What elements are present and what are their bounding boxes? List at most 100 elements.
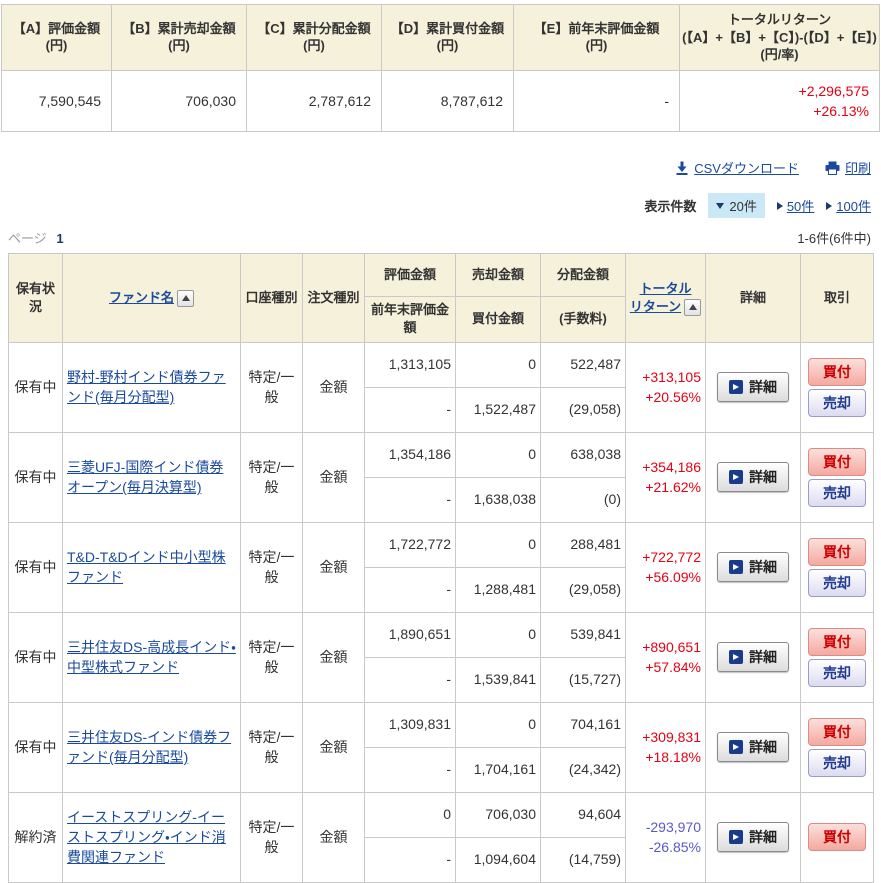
buy-button[interactable]: 買付 (808, 447, 866, 476)
detail-button[interactable]: 詳細 (717, 642, 789, 673)
sell-amount: 0 (455, 701, 541, 748)
display-count-100-link[interactable]: 100件 (826, 196, 871, 215)
funds-tbody: 保有中 野村-野村インド債券ファンド(毎月分配型) 特定/一般 金額 1,313… (8, 341, 874, 883)
display-count-label: 表示件数 (644, 199, 697, 215)
detail-button[interactable]: 詳細 (717, 462, 789, 493)
fund-name-link[interactable]: イーストスプリング-イーストスプリング・インド消費関連ファンド (67, 809, 226, 866)
fund-name-link[interactable]: 野村-野村インド債券ファンド(毎月分配型) (67, 369, 226, 405)
fund-name-link[interactable]: 三菱UFJ-国際インド債券オープン(毎月決算型) (67, 459, 223, 495)
sell-button[interactable]: 売却 (808, 388, 866, 417)
trade-cell: 買付 (800, 791, 874, 883)
total-return: +309,831 +18.18% (625, 701, 706, 793)
col-header-detail: 詳細 (705, 253, 801, 343)
fee-amount: (14,759) (540, 836, 626, 883)
prev-year-valuation-amount: - (364, 746, 456, 793)
sell-button[interactable]: 売却 (808, 748, 866, 777)
caret-down-icon (716, 202, 725, 209)
detail-cell: 詳細 (705, 701, 801, 793)
trade-cell: 買付 売却 (800, 611, 874, 703)
summary-cumulative-sell-value: 706,030 (111, 69, 247, 133)
fund-name-link[interactable]: 三井住友DS-高成長インド・中型株式ファンド (67, 639, 236, 675)
order-type: 金額 (302, 431, 365, 523)
distribution-amount: 638,038 (540, 431, 626, 478)
col-header-order-type: 注文種別 (302, 253, 365, 343)
buy-button[interactable]: 買付 (808, 627, 866, 656)
sell-button[interactable]: 売却 (808, 658, 866, 687)
summary-header-cumulative-sell: 【B】累計売却金額 (円) (111, 4, 247, 71)
buy-button[interactable]: 買付 (808, 717, 866, 746)
fund-name-link[interactable]: 三井住友DS-インド債券ファンド(毎月分配型) (67, 729, 231, 765)
detail-cell: 詳細 (705, 791, 801, 883)
order-type: 金額 (302, 791, 365, 883)
col-header-sell-amount: 売却金額 (455, 253, 541, 298)
total-return-amount: -293,970 (645, 818, 701, 835)
display-count-50-link[interactable]: 50件 (776, 196, 814, 215)
fee-amount: (0) (540, 476, 626, 523)
toolbar: CSVダウンロード 印刷 (0, 158, 871, 177)
fund-row-top: 保有中 野村-野村インド債券ファンド(毎月分配型) 特定/一般 金額 1,313… (8, 341, 874, 433)
holding-status: 保有中 (8, 431, 63, 523)
detail-button[interactable]: 詳細 (717, 732, 789, 763)
sort-asc-icon[interactable] (177, 289, 194, 307)
caret-right-icon (776, 201, 783, 210)
account-type: 特定/一般 (240, 341, 303, 433)
summary-header-valuation: 【A】評価金額 (円) (1, 4, 112, 71)
summary-prev-year-valuation-value: - (513, 69, 680, 133)
sort-by-total-return-link[interactable]: トータル リターン (630, 281, 692, 314)
order-type: 金額 (302, 611, 365, 703)
sort-by-fund-name-link[interactable]: ファンド名 (109, 290, 174, 305)
summary-total-return-value: +2,296,575 +26.13% (679, 69, 880, 133)
sell-button[interactable]: 売却 (808, 568, 866, 597)
total-return-rate: -26.85% (648, 839, 701, 856)
total-return-rate: +20.56% (645, 389, 701, 406)
total-return-amount: +309,831 (642, 728, 701, 745)
sell-button[interactable]: 売却 (808, 478, 866, 507)
pager-line: ページ 1 1-6件(6件中) (8, 228, 871, 247)
col-header-account-type: 口座種別 (240, 253, 303, 343)
account-type: 特定/一般 (240, 791, 303, 883)
trade-cell: 買付 売却 (800, 341, 874, 433)
total-return-rate: +18.18% (645, 749, 701, 766)
buy-amount: 1,638,038 (455, 476, 541, 523)
buy-amount: 1,704,161 (455, 746, 541, 793)
total-return: +722,772 +56.09% (625, 521, 706, 613)
col-header-status: 保有状況 (8, 253, 63, 343)
display-count-20-selected[interactable]: 20件 (708, 193, 765, 219)
fund-row-top: 解約済 イーストスプリング-イーストスプリング・インド消費関連ファンド 特定/一… (8, 791, 874, 883)
total-return-amount: +890,651 (642, 638, 701, 655)
printer-icon (825, 161, 840, 175)
buy-button[interactable]: 買付 (808, 537, 866, 566)
buy-button[interactable]: 買付 (808, 357, 866, 386)
sort-asc-icon[interactable] (684, 298, 702, 316)
display-count-bar: 表示件数 20件 50件 100件 (0, 193, 871, 219)
total-return: -293,970 -26.85% (625, 791, 706, 883)
detail-arrow-icon (729, 380, 743, 395)
detail-button[interactable]: 詳細 (717, 372, 789, 403)
fund-name-cell: 三井住友DS-高成長インド・中型株式ファンド (62, 611, 241, 703)
fund-name-link[interactable]: T&D-T&Dインド中小型株ファンド (67, 549, 226, 585)
detail-button[interactable]: 詳細 (717, 822, 789, 853)
detail-arrow-icon (729, 650, 743, 665)
fee-amount: (15,727) (540, 656, 626, 703)
buy-button[interactable]: 買付 (808, 823, 866, 852)
detail-button[interactable]: 詳細 (717, 552, 789, 583)
total-return: +354,186 +21.62% (625, 431, 706, 523)
valuation-amount: 1,313,105 (364, 341, 456, 388)
csv-download-link[interactable]: CSVダウンロード (675, 158, 799, 177)
fund-name-cell: 三井住友DS-インド債券ファンド(毎月分配型) (62, 701, 241, 793)
prev-year-valuation-amount: - (364, 836, 456, 883)
fund-row-top: 保有中 三井住友DS-高成長インド・中型株式ファンド 特定/一般 金額 1,89… (8, 611, 874, 703)
detail-cell: 詳細 (705, 341, 801, 433)
account-type: 特定/一般 (240, 701, 303, 793)
csv-download-label: CSVダウンロード (694, 161, 799, 177)
page-indicator: ページ 1 (8, 228, 64, 247)
order-type: 金額 (302, 521, 365, 613)
fund-name-cell: イーストスプリング-イーストスプリング・インド消費関連ファンド (62, 791, 241, 883)
account-type: 特定/一般 (240, 611, 303, 703)
valuation-amount: 1,354,186 (364, 431, 456, 478)
total-return: +313,105 +20.56% (625, 341, 706, 433)
page-label: ページ (8, 231, 47, 247)
sell-amount: 0 (455, 611, 541, 658)
distribution-amount: 94,604 (540, 791, 626, 838)
print-link[interactable]: 印刷 (825, 158, 871, 177)
